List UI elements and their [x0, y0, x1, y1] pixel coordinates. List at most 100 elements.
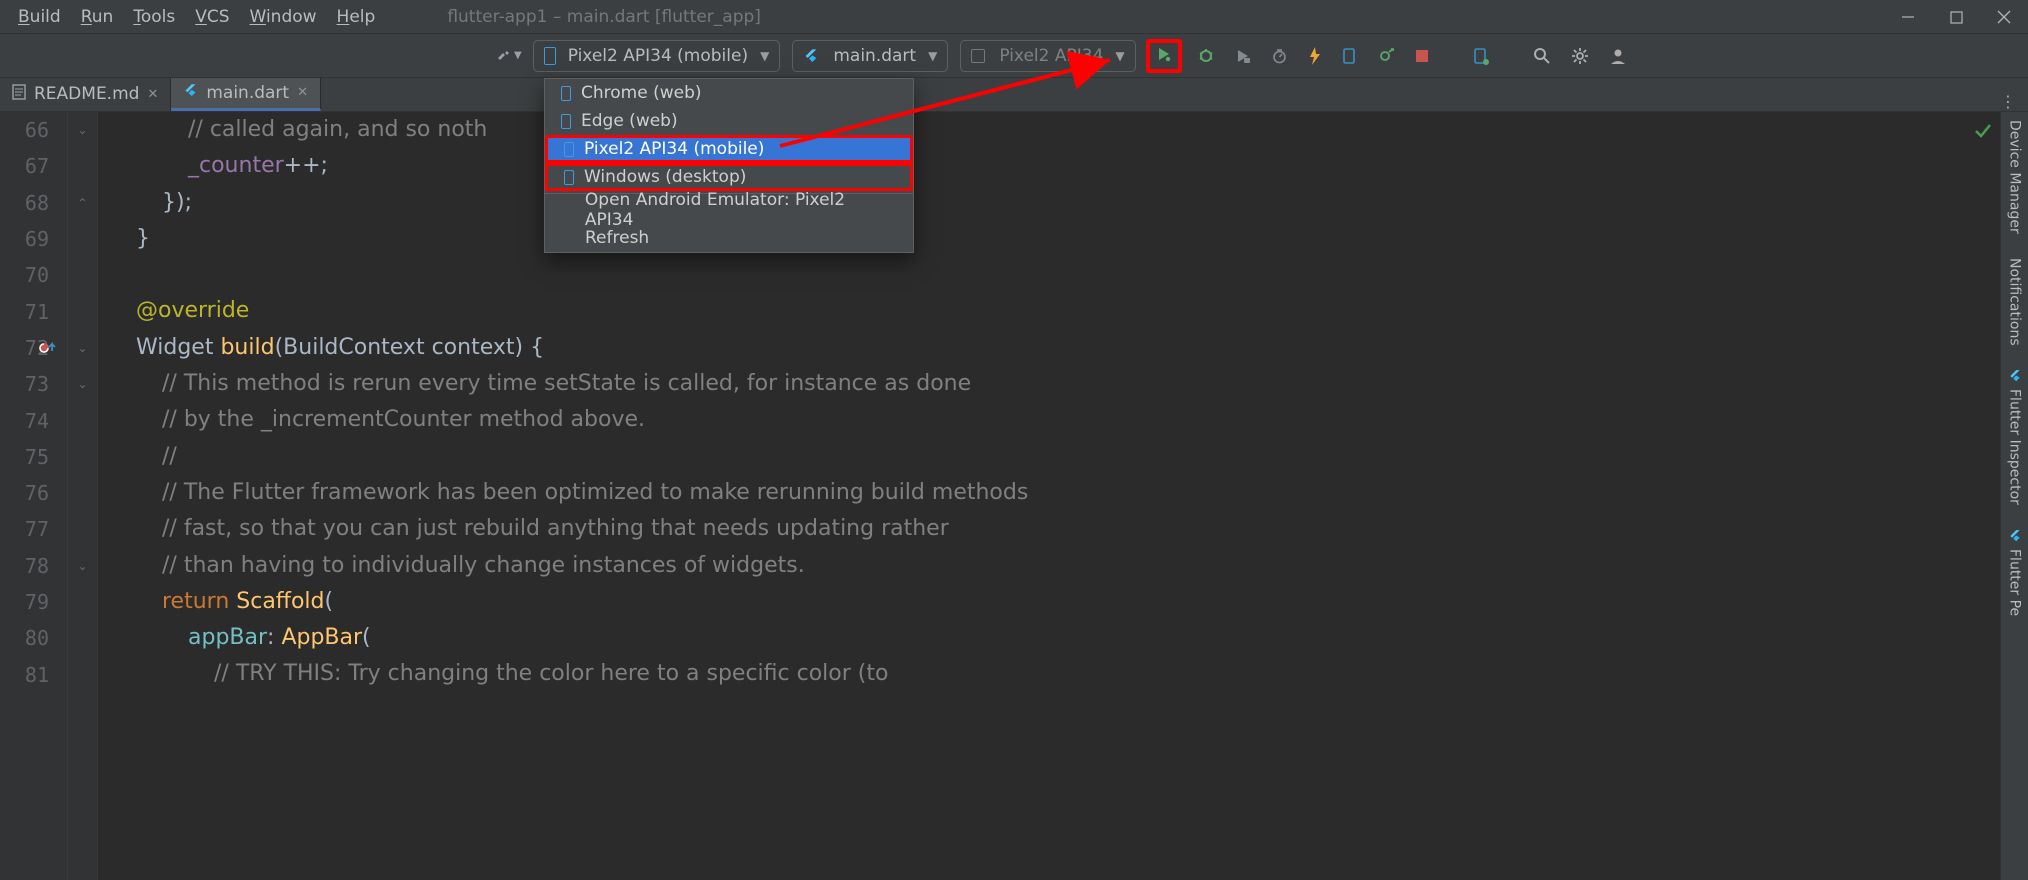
code-line[interactable]: _counter++;	[110, 148, 2028, 184]
menu-run[interactable]: Run	[71, 3, 124, 31]
run-button-highlighted[interactable]	[1146, 39, 1182, 73]
device-dropdown-action-label: Refresh	[585, 228, 649, 248]
device-option[interactable]: Windows (desktop)	[545, 163, 913, 191]
device-option-label: Chrome (web)	[581, 83, 702, 103]
stripe-label: Notifications	[2007, 258, 2023, 346]
device-option[interactable]: Edge (web)	[545, 107, 913, 135]
line-number: 71	[0, 293, 67, 329]
chevron-down-icon: ▼	[928, 49, 937, 63]
fold-toggle-icon[interactable]: ⌄	[77, 342, 87, 354]
device-selector-combo[interactable]: Pixel2 API34 (mobile) ▼	[533, 40, 781, 72]
line-number: 73	[0, 366, 67, 402]
build-hammer-icon[interactable]: ▼	[491, 41, 527, 71]
toolbar: ▼ Pixel2 API34 (mobile) ▼ main.dart ▼ Pi…	[0, 34, 2028, 78]
device-dropdown: Chrome (web) Edge (web) Pixel2 API34 (mobi…	[544, 78, 914, 253]
code-line[interactable]: // This method is rerun every time setSt…	[110, 366, 2028, 402]
stripe-label: Flutter Inspector	[2007, 389, 2023, 505]
stop-button[interactable]	[1410, 41, 1434, 71]
code-line[interactable]: // fast, so that you can just rebuild an…	[110, 511, 2028, 547]
search-everywhere-button[interactable]	[1528, 41, 1556, 71]
stripe-label: Device Manager	[2007, 120, 2023, 234]
close-icon[interactable]: ✕	[297, 85, 308, 100]
line-number: 77	[0, 511, 67, 547]
code-line[interactable]: // by the _incrementCounter method above…	[110, 402, 2028, 438]
fold-toggle-icon[interactable]: ⌄	[77, 378, 87, 390]
file-icon	[12, 84, 26, 105]
line-number: 80	[0, 620, 67, 656]
stripe-device-manager[interactable]: Device Manager	[2007, 120, 2023, 234]
run-config-label: main.dart	[833, 46, 916, 66]
account-icon[interactable]	[1604, 41, 1632, 71]
menu-tools[interactable]: Tools	[123, 3, 185, 31]
tab-label: main.dart	[206, 83, 289, 103]
code-area[interactable]: // called again, and so noth_counter++;}…	[98, 112, 2028, 880]
menu-help[interactable]: Help	[327, 3, 386, 31]
device-option[interactable]: Chrome (web)	[545, 79, 913, 107]
phone-icon	[561, 86, 571, 101]
menubar: BuildRunToolsVCSWindowHelp flutter-app1 …	[0, 0, 2028, 34]
chevron-down-icon: ▼	[760, 49, 769, 63]
code-line[interactable]: return Scaffold(	[110, 584, 2028, 620]
play-icon	[1156, 46, 1172, 62]
target-combo[interactable]: Pixel2 API34 ▼	[960, 40, 1135, 72]
close-icon[interactable]: ✕	[147, 87, 158, 102]
window-minimize[interactable]	[1884, 0, 1932, 34]
line-number: 79	[0, 584, 67, 620]
code-line[interactable]: // TRY THIS: Try changing the color here…	[110, 656, 2028, 692]
tab-README-md[interactable]: README.md✕	[0, 77, 171, 111]
code-line[interactable]: Widget build(BuildContext context) {	[110, 330, 2028, 366]
line-number: 68	[0, 185, 67, 221]
tab-main-dart[interactable]: main.dart ✕	[171, 77, 321, 111]
code-line[interactable]: //	[110, 439, 2028, 475]
run-config-combo[interactable]: main.dart ▼	[792, 40, 948, 72]
line-number: 75	[0, 439, 67, 475]
code-line[interactable]: // called again, and so noth	[110, 112, 2028, 148]
tab-more-actions[interactable]: ⋮	[1988, 92, 2028, 111]
device-small-icon	[971, 49, 985, 63]
phone-icon	[564, 142, 574, 157]
right-tool-stripe: Device Manager Notifications Flutter Inspe…	[2000, 112, 2028, 880]
window-close[interactable]	[1980, 0, 2028, 34]
code-line[interactable]: appBar: AppBar(	[110, 620, 2028, 656]
flutter-devtools-button[interactable]	[1468, 41, 1494, 71]
code-line[interactable]: });	[110, 185, 2028, 221]
menu-build[interactable]: Build	[8, 3, 71, 31]
code-line[interactable]: // The Flutter framework has been optimi…	[110, 475, 2028, 511]
line-number: 78	[0, 548, 67, 584]
override-gutter-icon[interactable]	[38, 341, 58, 355]
coverage-button[interactable]	[1230, 41, 1256, 71]
phone-icon	[561, 114, 571, 129]
chevron-down-icon: ▼	[1115, 49, 1124, 63]
code-line[interactable]: }	[110, 221, 2028, 257]
hot-reload-button[interactable]	[1303, 41, 1327, 71]
fold-toggle-icon[interactable]: ⌄	[77, 560, 87, 572]
stripe-flutter-pe[interactable]: Flutter Pe	[2007, 529, 2023, 616]
device-option-label: Pixel2 API34 (mobile)	[584, 139, 764, 159]
stripe-flutter-inspector[interactable]: Flutter Inspector	[2007, 369, 2023, 505]
fold-toggle-icon[interactable]: ⌃	[77, 197, 87, 209]
attach-device-button[interactable]	[1337, 41, 1362, 71]
device-dropdown-action[interactable]: Open Android Emulator: Pixel2 API34	[545, 196, 913, 224]
menu-window[interactable]: Window	[240, 3, 327, 31]
phone-icon	[564, 170, 574, 185]
menu-vcs[interactable]: VCS	[185, 3, 239, 31]
line-number-gutter: 66676869707172737475767778798081	[0, 112, 68, 880]
fold-toggle-icon[interactable]: ⌄	[77, 124, 87, 136]
code-line[interactable]: // than having to individually change in…	[110, 548, 2028, 584]
profiler-button[interactable]	[1266, 41, 1293, 71]
attach-debugger-button[interactable]	[1372, 41, 1400, 71]
settings-gear-icon[interactable]	[1566, 41, 1594, 71]
code-line[interactable]	[110, 257, 2028, 293]
code-line[interactable]: @override	[110, 293, 2028, 329]
window-maximize[interactable]	[1932, 0, 1980, 34]
line-number: 69	[0, 221, 67, 257]
device-dropdown-action-label: Open Android Emulator: Pixel2 API34	[585, 190, 897, 230]
file-icon	[183, 83, 198, 103]
tabbar: README.md✕ main.dart ✕ ⋮	[0, 78, 2028, 112]
device-selector-label: Pixel2 API34 (mobile)	[568, 46, 748, 66]
debug-button[interactable]	[1192, 41, 1220, 71]
editor: 66676869707172737475767778798081 ⌄ ⌃ ⌄ ⌄ ⌄ /…	[0, 112, 2028, 880]
stripe-notifications[interactable]: Notifications	[2007, 258, 2023, 346]
device-option[interactable]: Pixel2 API34 (mobile)	[545, 135, 913, 163]
stripe-label: Flutter Pe	[2007, 549, 2023, 616]
